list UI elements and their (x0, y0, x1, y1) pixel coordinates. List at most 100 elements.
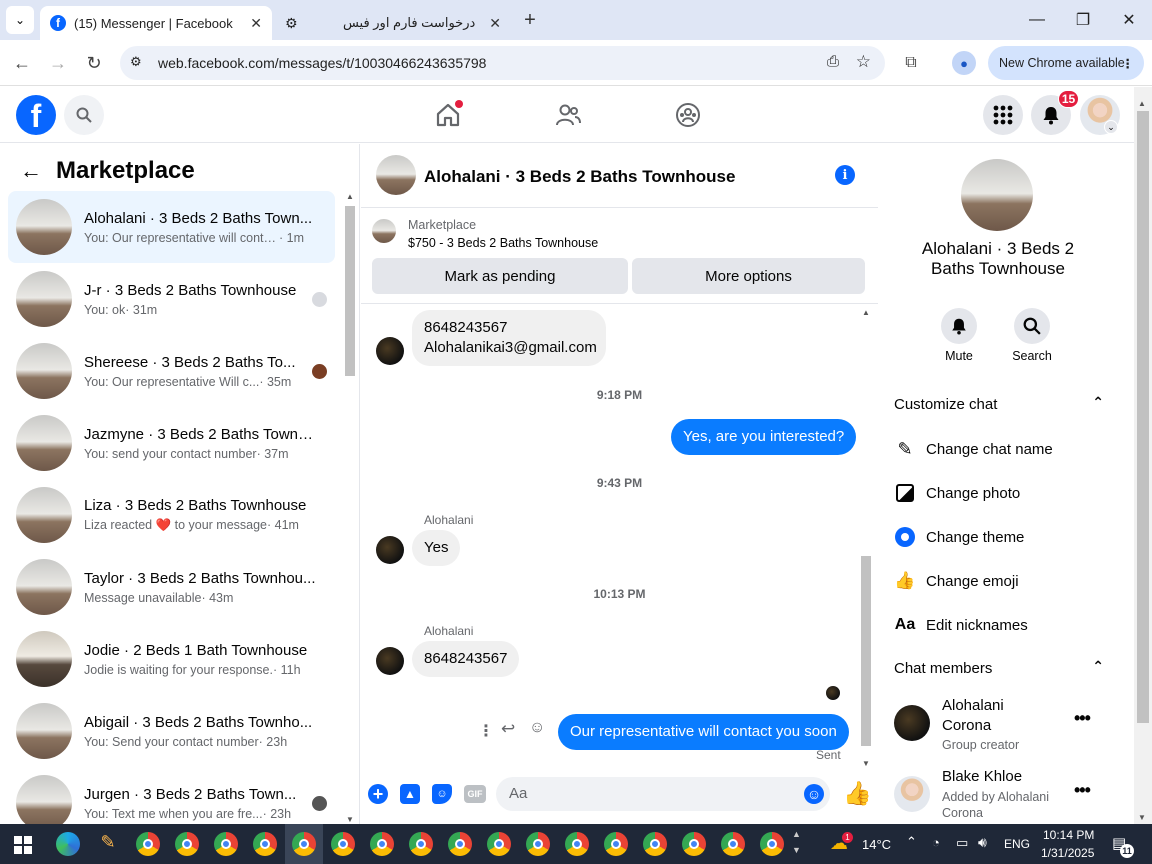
wifi-icon[interactable]: ◔ (932, 835, 940, 850)
scroll-up-arrow[interactable]: ▲ (1138, 99, 1146, 108)
tab-form[interactable]: ⚙ درخواست فارم اور فیس ✕ (275, 6, 511, 40)
battery-icon[interactable]: ▭ (956, 835, 968, 851)
conversation-item[interactable]: Taylor · 3 Beds 2 Baths Townhou... Messa… (8, 551, 335, 623)
groups-nav-button[interactable] (674, 101, 702, 129)
customize-chat-section[interactable]: Customize chat ⌃ (894, 394, 1104, 416)
change-photo-option[interactable]: Change photo (894, 475, 1124, 511)
chrome-taskbar-icon[interactable] (526, 832, 550, 856)
chrome-taskbar-icon[interactable] (760, 832, 784, 856)
conversation-item[interactable]: Jodie · 2 Beds 1 Bath Townhouse Jodie is… (8, 623, 335, 695)
close-tab-icon[interactable]: ✕ (250, 15, 262, 32)
conversation-item[interactable]: Abigail · 3 Beds 2 Baths Townho... You: … (8, 695, 335, 767)
conversation-item[interactable]: Jazmyne · 3 Beds 2 Baths Townh... You: s… (8, 407, 335, 479)
chevron-down-icon[interactable]: ⌄ (1104, 120, 1118, 134)
reply-icon[interactable]: ↩ (501, 719, 515, 739)
like-thumbs-up-icon[interactable]: 👍 (843, 780, 872, 807)
conversation-item[interactable]: J-r · 3 Beds 2 Baths Townhouse You: ok ·… (8, 263, 335, 335)
scroll-down-arrow[interactable]: ▼ (862, 759, 870, 768)
scrollbar-thumb[interactable] (861, 556, 871, 746)
conversation-item[interactable]: Liza · 3 Beds 2 Baths Townhouse Liza rea… (8, 479, 335, 551)
search-in-chat-button[interactable] (1014, 308, 1050, 344)
chrome-taskbar-icon[interactable] (604, 832, 628, 856)
show-hidden-icons[interactable]: ⌃ (906, 834, 917, 850)
chrome-taskbar-icon[interactable] (643, 832, 667, 856)
clock-date[interactable]: 1/31/2025 (1041, 846, 1094, 860)
more-options-icon[interactable]: ••• (1074, 708, 1091, 729)
start-button[interactable] (14, 836, 32, 854)
chrome-taskbar-icon[interactable] (370, 832, 394, 856)
install-app-icon[interactable]: ⎙ (827, 53, 839, 70)
chrome-taskbar-icon[interactable] (487, 832, 511, 856)
home-nav-button[interactable] (434, 100, 463, 129)
change-theme-option[interactable]: Change theme (894, 519, 1124, 555)
react-emoji-icon[interactable]: ☺ (529, 719, 545, 737)
messages-scrollbar[interactable]: ▲ ▼ (860, 308, 872, 768)
forward-button[interactable]: → (43, 48, 73, 78)
more-actions-icon[interactable]: ⋮ (478, 721, 494, 741)
more-menu-icon[interactable]: ⋮ (1122, 56, 1135, 71)
conversation-item[interactable]: Alohalani · 3 Beds 2 Baths Town... You: … (8, 191, 335, 263)
site-info-icon[interactable]: ⚙ (130, 54, 142, 70)
chrome-taskbar-icon[interactable] (292, 832, 316, 856)
sticker-icon[interactable]: ☺ (432, 784, 452, 804)
emoji-icon[interactable]: ☺ (804, 784, 824, 804)
scroll-down-arrow[interactable]: ▼ (1138, 813, 1146, 822)
message-input[interactable]: Aa ☺ (496, 777, 830, 811)
page-scrollbar[interactable]: ▲ ▼ (1134, 87, 1152, 824)
chrome-taskbar-icon[interactable] (448, 832, 472, 856)
close-window-button[interactable]: ✕ (1106, 0, 1152, 40)
minimize-button[interactable]: — (1014, 0, 1060, 40)
volume-icon[interactable]: 🔊︎ (978, 834, 987, 851)
info-icon[interactable]: i (835, 165, 855, 185)
add-button[interactable]: + (368, 784, 388, 804)
temperature[interactable]: 14°C (862, 837, 891, 852)
new-tab-button[interactable]: + (518, 8, 542, 32)
profile-avatar[interactable]: ● (952, 51, 976, 75)
chat-title[interactable]: Alohalani · 3 Beds 2 Baths Townhouse (424, 167, 735, 187)
change-chat-name-option[interactable]: ✎ Change chat name (894, 431, 1124, 467)
more-options-icon[interactable]: ••• (1074, 780, 1091, 801)
tab-search-button[interactable]: ⌄ (6, 6, 34, 34)
facebook-logo[interactable]: f (16, 95, 56, 135)
message-bubble[interactable]: 8648243567 (412, 641, 520, 677)
conversation-item[interactable]: Jurgen · 3 Beds 2 Baths Town... You: Tex… (8, 767, 335, 824)
message-bubble-outgoing[interactable]: Our representative will contact you soon (558, 714, 849, 750)
chrome-taskbar-icon[interactable] (136, 832, 160, 856)
conversation-list-scrollbar[interactable]: ▲ ▼ (343, 192, 357, 824)
back-arrow-icon[interactable]: ← (20, 158, 42, 184)
search-button[interactable] (64, 95, 104, 135)
gif-icon[interactable]: GIF (464, 785, 486, 803)
change-emoji-option[interactable]: 👍 Change emoji (894, 563, 1124, 599)
language-indicator[interactable]: ENG (1004, 837, 1030, 851)
new-chrome-available-button[interactable]: New Chrome available ⋮ (988, 46, 1144, 80)
scroll-down-arrow[interactable]: ▼ (346, 815, 354, 824)
message-bubble[interactable]: 8648243567 Alohalanikai3@gmail.com (412, 310, 606, 366)
address-bar[interactable]: ⚙ web.facebook.com/messages/t/1003046624… (120, 46, 885, 80)
tab-messenger[interactable]: f (15) Messenger | Facebook ✕ (40, 6, 272, 40)
chat-avatar[interactable] (376, 155, 416, 195)
chrome-taskbar-icon[interactable] (214, 832, 238, 856)
menu-button[interactable] (983, 95, 1023, 135)
chrome-taskbar-icon[interactable] (565, 832, 589, 856)
chrome-taskbar-icon[interactable] (721, 832, 745, 856)
friends-nav-button[interactable] (554, 101, 582, 129)
mark-as-pending-button[interactable]: Mark as pending (372, 258, 628, 294)
maximize-button[interactable]: ❐ (1060, 0, 1106, 40)
extensions-icon[interactable]: ⧉ (896, 48, 926, 78)
taskbar-overflow-arrows[interactable]: ▲ ▼ (792, 826, 801, 858)
edit-nicknames-option[interactable]: Aa Edit nicknames (894, 607, 1124, 643)
scrollbar-thumb[interactable] (345, 206, 355, 376)
listing-banner[interactable]: Marketplace $750 - 3 Beds 2 Baths Townho… (361, 208, 878, 304)
chrome-taskbar-icon[interactable] (409, 832, 433, 856)
scrollbar-thumb[interactable] (1137, 111, 1149, 723)
chrome-taskbar-icon[interactable] (253, 832, 277, 856)
chrome-taskbar-icon[interactable] (682, 832, 706, 856)
chrome-taskbar-icon[interactable] (331, 832, 355, 856)
scroll-up-arrow[interactable]: ▲ (862, 308, 870, 317)
member-item[interactable]: Alohalani Corona Group creator ••• (894, 697, 1119, 758)
member-item[interactable]: Blake Khloe Added by Alohalani Corona ••… (894, 768, 1119, 824)
photo-icon[interactable]: ▲ (400, 784, 420, 804)
message-bubble-outgoing[interactable]: Yes, are you interested? (671, 419, 857, 455)
reload-button[interactable]: ↻ (79, 48, 109, 78)
mute-button[interactable] (941, 308, 977, 344)
